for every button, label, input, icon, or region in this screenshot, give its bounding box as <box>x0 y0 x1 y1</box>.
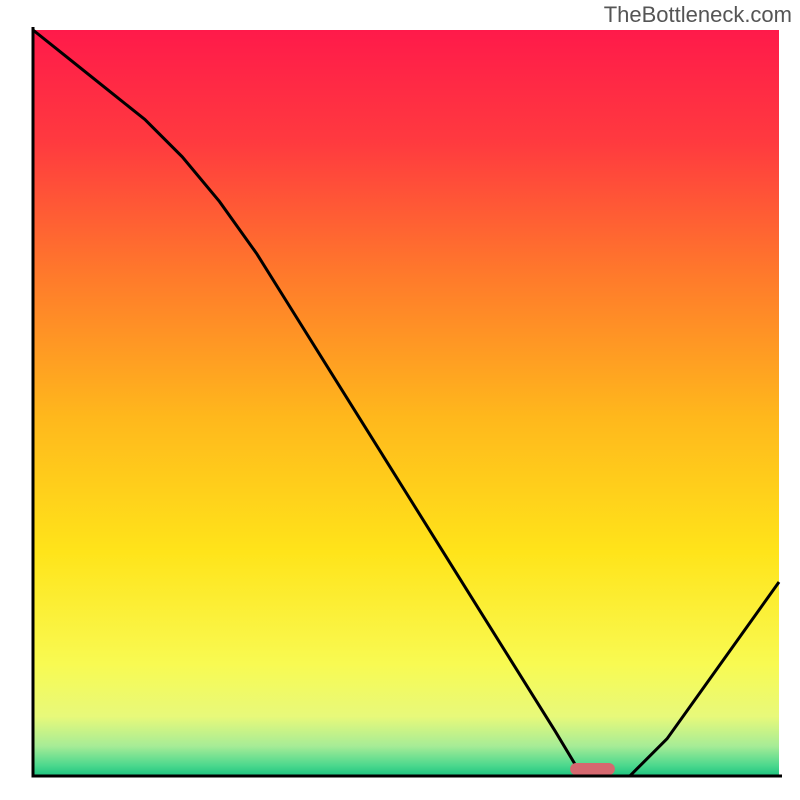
optimal-range-marker <box>570 763 615 775</box>
watermark-text: TheBottleneck.com <box>604 2 792 28</box>
plot-area <box>33 30 779 776</box>
chart-container: TheBottleneck.com <box>0 0 800 800</box>
bottleneck-chart <box>0 0 800 800</box>
